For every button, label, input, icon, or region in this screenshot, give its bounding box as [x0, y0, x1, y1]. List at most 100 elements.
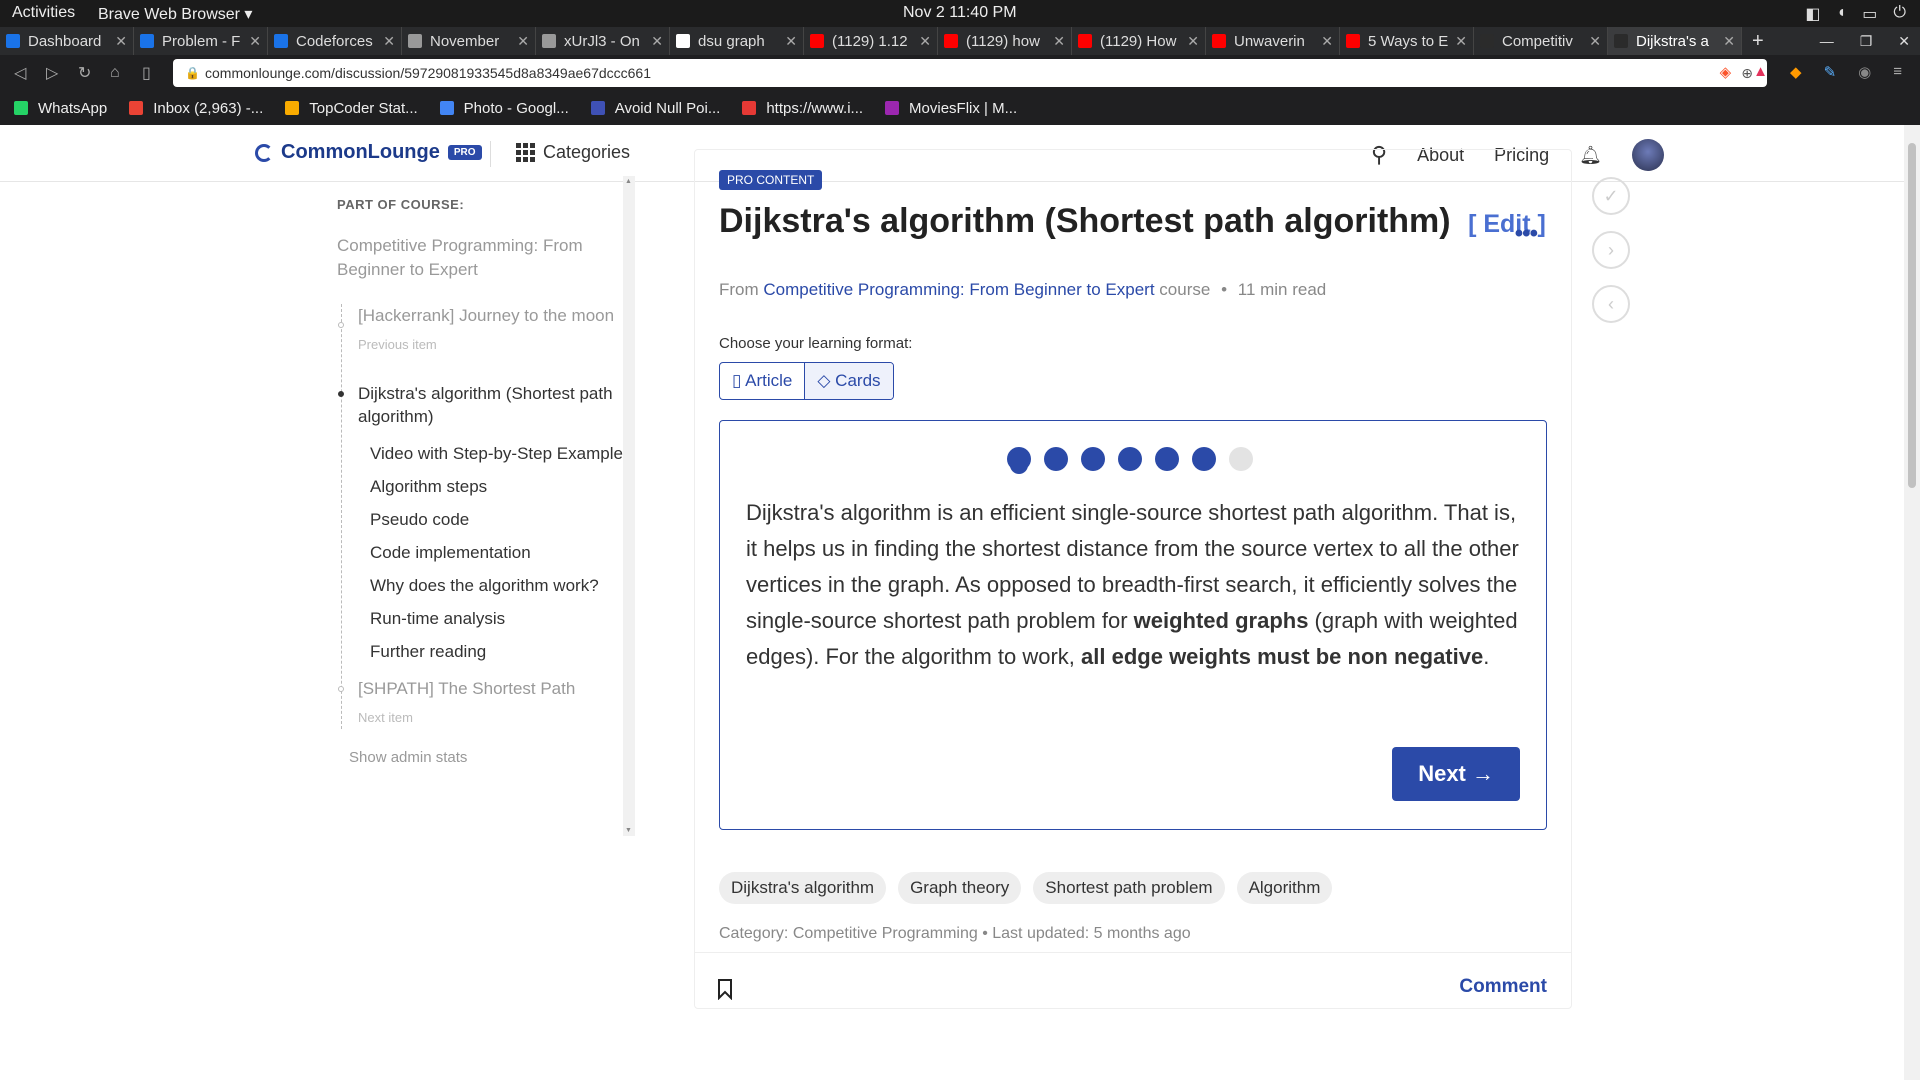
- browser-tab[interactable]: (1129) how ✕: [938, 27, 1072, 55]
- close-tab-icon[interactable]: ✕: [249, 33, 261, 50]
- close-tab-icon[interactable]: ✕: [1589, 33, 1601, 50]
- forward-icon[interactable]: ▷: [46, 63, 64, 83]
- browser-tab[interactable]: 5 Ways to E ✕: [1340, 27, 1474, 55]
- admin-stats-link[interactable]: Show admin stats: [349, 749, 637, 766]
- close-tab-icon[interactable]: ✕: [1321, 33, 1333, 50]
- progress-dot[interactable]: [1081, 447, 1105, 471]
- close-tab-icon[interactable]: ✕: [919, 33, 931, 50]
- extension-icon[interactable]: ◆: [1790, 63, 1802, 81]
- next-item[interactable]: [SHPATH] The Shortest Path Next item: [338, 677, 637, 729]
- chevron-right-icon[interactable]: ›: [1592, 231, 1630, 269]
- browser-tab[interactable]: xUrJl3 - On ✕: [536, 27, 670, 55]
- browser-tab[interactable]: November ✕: [402, 27, 536, 55]
- section-link[interactable]: Further reading: [370, 640, 637, 663]
- new-tab-icon[interactable]: +: [1742, 27, 1774, 55]
- tag[interactable]: Graph theory: [898, 872, 1022, 904]
- window-controls: — ❐ ✕: [1820, 27, 1910, 55]
- section-link[interactable]: Algorithm steps: [370, 475, 637, 498]
- close-tab-icon[interactable]: ✕: [785, 33, 797, 50]
- address-bar[interactable]: 🔒 commonlounge.com/discussion/5972908193…: [173, 59, 1767, 87]
- back-icon[interactable]: ◁: [14, 63, 32, 83]
- restore-icon[interactable]: ❐: [1860, 27, 1873, 55]
- bookmark-item[interactable]: Photo - Googl...: [439, 100, 569, 117]
- activities-button[interactable]: Activities: [12, 4, 75, 22]
- bookmark-icon[interactable]: [717, 978, 733, 1000]
- tag[interactable]: Dijkstra's algorithm: [719, 872, 887, 904]
- article-format-button[interactable]: ▯ Article: [720, 363, 804, 399]
- bookmark-item[interactable]: MoviesFlix | M...: [885, 100, 1017, 117]
- system-tray[interactable]: ◧ ◖ ▭ ⏻: [1805, 4, 1906, 24]
- browser-tab[interactable]: Codeforces ✕: [268, 27, 402, 55]
- tab-favicon-icon: [6, 34, 20, 48]
- tag[interactable]: Algorithm: [1236, 872, 1333, 904]
- close-tab-icon[interactable]: ✕: [1455, 33, 1467, 50]
- clock[interactable]: Nov 2 11:40 PM: [903, 4, 1017, 22]
- close-tab-icon[interactable]: ✕: [651, 33, 663, 50]
- bookmark-item[interactable]: https://www.i...: [742, 100, 863, 117]
- tab-title: Codeforces: [296, 32, 373, 50]
- minimize-icon[interactable]: —: [1820, 27, 1834, 55]
- sidebar-scrollbar[interactable]: [623, 176, 635, 836]
- page-scrollbar[interactable]: [1904, 125, 1920, 1080]
- progress-dot[interactable]: [1155, 447, 1179, 471]
- progress-dot[interactable]: [1229, 447, 1253, 471]
- close-tab-icon[interactable]: ✕: [383, 33, 395, 50]
- bookmark-item[interactable]: WhatsApp: [14, 100, 107, 117]
- course-link[interactable]: Competitive Programming: From Beginner t…: [337, 234, 637, 282]
- tab-title: Dashboard: [28, 32, 102, 50]
- section-link[interactable]: Run-time analysis: [370, 607, 637, 630]
- app-menu[interactable]: Brave Web Browser ▾: [98, 4, 252, 24]
- section-link[interactable]: Code implementation: [370, 541, 637, 564]
- avatar[interactable]: [1632, 139, 1664, 171]
- site-logo[interactable]: CommonLounge PRO: [255, 141, 482, 164]
- reload-icon[interactable]: ↻: [78, 63, 96, 83]
- close-tab-icon[interactable]: ✕: [1187, 33, 1199, 50]
- close-tab-icon[interactable]: ✕: [115, 33, 127, 50]
- browser-tab[interactable]: (1129) How ✕: [1072, 27, 1206, 55]
- progress-dot[interactable]: [1007, 447, 1031, 471]
- browser-tab[interactable]: Dijkstra's a ✕: [1608, 27, 1742, 55]
- browser-tab[interactable]: Unwaverin ✕: [1206, 27, 1340, 55]
- scrollbar-thumb[interactable]: [1908, 143, 1916, 488]
- comment-button[interactable]: Comment: [1459, 976, 1547, 998]
- course-link[interactable]: Competitive Programming: From Beginner t…: [763, 280, 1154, 299]
- profile-icon[interactable]: ◉: [1858, 63, 1871, 81]
- browser-tab[interactable]: (1129) 1.12 ✕: [804, 27, 938, 55]
- close-tab-icon[interactable]: ✕: [517, 33, 529, 50]
- more-options-icon[interactable]: •••: [1515, 220, 1538, 248]
- browser-tab[interactable]: Competitiv ✕: [1474, 27, 1608, 55]
- card-text-part: .: [1483, 644, 1490, 669]
- bookmark-item[interactable]: Inbox (2,963) -...: [129, 100, 263, 117]
- section-link[interactable]: Pseudo code: [370, 508, 637, 531]
- progress-dot[interactable]: [1118, 447, 1142, 471]
- previous-item-title: [Hackerrank] Journey to the moon: [358, 306, 615, 325]
- check-icon[interactable]: ✓: [1592, 177, 1630, 215]
- section-link[interactable]: Why does the algorithm work?: [370, 574, 637, 597]
- bookmark-page-icon[interactable]: ▯: [142, 63, 160, 83]
- section-link[interactable]: Video with Step-by-Step Example: [370, 442, 637, 465]
- menu-icon[interactable]: ≡: [1893, 63, 1902, 81]
- tab-favicon-icon: [1480, 34, 1494, 48]
- tag[interactable]: Shortest path problem: [1033, 872, 1225, 904]
- chevron-left-icon[interactable]: ‹: [1592, 285, 1630, 323]
- current-item[interactable]: Dijkstra's algorithm (Shortest path algo…: [338, 382, 637, 663]
- bookmark-item[interactable]: Avoid Null Poi...: [590, 100, 720, 117]
- bell-icon[interactable]: 🔔︎: [1579, 145, 1602, 166]
- progress-dot[interactable]: [1192, 447, 1216, 471]
- browser-tab[interactable]: dsu graph ✕: [670, 27, 804, 55]
- home-icon[interactable]: ⌂: [110, 64, 128, 82]
- close-window-icon[interactable]: ✕: [1898, 27, 1910, 55]
- close-tab-icon[interactable]: ✕: [1723, 33, 1735, 50]
- cards-format-button[interactable]: ◇ Cards: [804, 363, 893, 399]
- brave-shields-icon[interactable]: ◈: [1720, 63, 1732, 81]
- browser-tab[interactable]: Problem - F ✕: [134, 27, 268, 55]
- progress-dot[interactable]: [1044, 447, 1068, 471]
- next-button[interactable]: Next →: [1392, 747, 1520, 801]
- browser-tab[interactable]: Dashboard ✕: [0, 27, 134, 55]
- pen-extension-icon[interactable]: ✎: [1824, 63, 1837, 81]
- close-tab-icon[interactable]: ✕: [1053, 33, 1065, 50]
- brave-rewards-icon[interactable]: ▲: [1753, 63, 1768, 81]
- previous-item[interactable]: [Hackerrank] Journey to the moon Previou…: [338, 304, 637, 356]
- bookmark-item[interactable]: TopCoder Stat...: [285, 100, 418, 117]
- categories-menu[interactable]: Categories: [516, 142, 630, 163]
